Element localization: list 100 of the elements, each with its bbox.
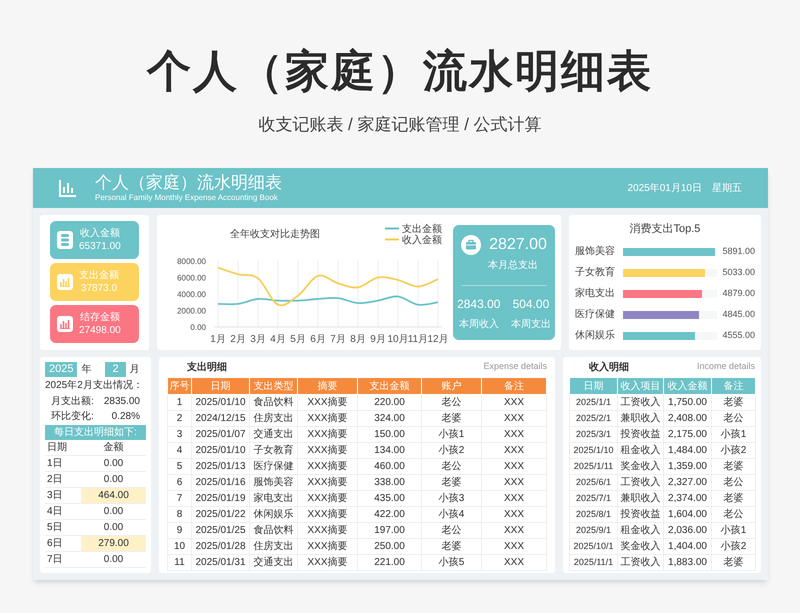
table-cell: 食品饮料 bbox=[250, 522, 298, 538]
table-cell: 医疗保健 bbox=[250, 458, 298, 474]
table-cell: XXX摘要 bbox=[298, 490, 358, 506]
table-cell: 2025/6/1 bbox=[570, 474, 618, 490]
table-cell: 10 bbox=[168, 538, 192, 554]
bar-chart-icon bbox=[57, 316, 73, 332]
summary-value: 504.00 bbox=[512, 296, 550, 312]
bar-value: 4845.00 bbox=[721, 308, 755, 321]
table-cell: 小孩4 bbox=[422, 506, 482, 522]
header-cell: 日期 bbox=[570, 378, 618, 394]
table-cell: XXX bbox=[482, 554, 546, 570]
table-cell: 2025/10/1 bbox=[570, 538, 618, 554]
table-cell: 221.00 bbox=[358, 554, 422, 570]
table-cell: XXX bbox=[482, 426, 546, 442]
table-cell: 2024/12/15 bbox=[192, 410, 250, 426]
stat-value: 2835.00 bbox=[104, 395, 140, 409]
axis-label: 0.00 bbox=[190, 323, 206, 332]
summary-value: 2827.00 bbox=[489, 235, 547, 255]
axis-label: 7月 bbox=[330, 334, 346, 344]
table-cell-text: 5日 bbox=[46, 521, 64, 535]
table-cell: 2025/01/10 bbox=[192, 394, 250, 410]
table-cell: 2025/3/1 bbox=[570, 426, 618, 442]
bar-label: 休闲娱乐 bbox=[574, 328, 616, 343]
table-cell: 11 bbox=[168, 554, 192, 570]
table-cell: 老公 bbox=[422, 458, 482, 474]
table-cell: 2025/11/1 bbox=[570, 554, 618, 570]
table-cell: 租金收入 bbox=[618, 442, 664, 458]
table-cell: 1,883.00 bbox=[664, 554, 712, 570]
header-cell: 日期 bbox=[192, 378, 250, 394]
table-cell: 工资收入 bbox=[618, 394, 664, 410]
page-title: 个人（家庭）流水明细表 bbox=[147, 46, 653, 98]
table-cell: 2025/01/19 bbox=[192, 490, 250, 506]
table-cell: XXX摘要 bbox=[298, 394, 358, 410]
table-cell-text: 0.00 bbox=[102, 505, 124, 519]
table-cell: 奖金收入 bbox=[618, 538, 664, 554]
table-cell: 家电支出 bbox=[250, 490, 298, 506]
table-cell: 交通支出 bbox=[250, 426, 298, 442]
table-cell: 2025/01/13 bbox=[192, 458, 250, 474]
month-field[interactable]: 2 bbox=[105, 362, 126, 376]
bar-label: 服饰美容 bbox=[574, 244, 616, 259]
table-cell: 小孩2 bbox=[422, 442, 482, 458]
table-title: 支出明细 bbox=[186, 360, 227, 374]
axis-label: 8月 bbox=[350, 334, 366, 344]
table-cell: 134.00 bbox=[358, 442, 422, 458]
stat-label: 月支出额: bbox=[51, 394, 94, 409]
table-cell: 2025/1/11 bbox=[570, 458, 618, 474]
table-cell: 2,327.00 bbox=[664, 474, 712, 490]
table-cell: 2025/2/1 bbox=[570, 410, 618, 426]
table-cell: XXX bbox=[482, 394, 546, 410]
header-cell: 支出类型 bbox=[250, 378, 298, 394]
header-cell: 备注 bbox=[712, 378, 756, 394]
table-cell: 住房支出 bbox=[250, 538, 298, 554]
stat-label: 支出金额 bbox=[79, 269, 119, 282]
table-cell: 工资收入 bbox=[618, 554, 664, 570]
dashboard-subtitle: Personal Family Monthly Expense Accounting Book bbox=[95, 193, 279, 203]
table-cell: 兼职收入 bbox=[618, 490, 664, 506]
axis-label: 5月 bbox=[290, 334, 306, 344]
header-cell: 支出金额 bbox=[358, 378, 422, 394]
table-cell-text: 3日 bbox=[46, 489, 64, 503]
table-cell: 老婆 bbox=[712, 490, 756, 506]
year-field[interactable]: 2025 bbox=[45, 362, 78, 376]
page-subtitle: 收支记账表 / 家庭记账管理 / 公式计算 bbox=[258, 114, 542, 136]
table-cell: 老公 bbox=[712, 410, 756, 426]
header-cell-text: 日期 bbox=[46, 440, 68, 455]
table-cell: XXX bbox=[482, 474, 546, 490]
table-cell: 小孩1 bbox=[712, 426, 756, 442]
table-cell: 2025/1/10 bbox=[570, 442, 618, 458]
axis-label: 11月 bbox=[408, 334, 428, 344]
table-cell: 250.00 bbox=[358, 538, 422, 554]
summary-heading: 2025年2月支出情况： bbox=[45, 378, 144, 393]
table-cell: 1,484.00 bbox=[664, 442, 712, 458]
daily-heading: 每日支出明细如下: bbox=[45, 425, 146, 440]
table-cell: 老婆 bbox=[422, 410, 482, 426]
table-cell: 150.00 bbox=[358, 426, 422, 442]
header-cell: 收入项目 bbox=[618, 378, 664, 394]
table-cell: 奖金收入 bbox=[618, 458, 664, 474]
table-cell: 住房支出 bbox=[250, 410, 298, 426]
table-cell: 338.00 bbox=[358, 474, 422, 490]
table-cell: 工资收入 bbox=[618, 474, 664, 490]
table-cell: XXX摘要 bbox=[298, 522, 358, 538]
stat-label: 结存金额 bbox=[80, 311, 120, 324]
header-cell: 摘要 bbox=[298, 378, 358, 394]
table-cell-text: 1日 bbox=[46, 457, 64, 471]
bar-value: 5033.00 bbox=[721, 266, 755, 279]
table-cell-text: 7日 bbox=[46, 553, 64, 567]
table-cell-text: 0.00 bbox=[102, 553, 124, 567]
table-cell: 2025/01/10 bbox=[192, 442, 250, 458]
bar-label: 医疗保健 bbox=[574, 308, 616, 322]
table-cell: XXX bbox=[482, 522, 546, 538]
table-cell: 老婆 bbox=[712, 554, 756, 570]
table-cell: XXX bbox=[482, 490, 546, 506]
table-cell: 老婆 bbox=[422, 538, 482, 554]
table-cell: XXX摘要 bbox=[298, 538, 358, 554]
table-cell-text: 2日 bbox=[46, 473, 64, 487]
table-cell: 子女教育 bbox=[250, 442, 298, 458]
coin-stack-icon bbox=[57, 231, 73, 249]
table-cell: 2025/01/31 bbox=[192, 554, 250, 570]
table-cell: 2025/01/07 bbox=[192, 426, 250, 442]
stat-value: 65371.00 bbox=[79, 240, 121, 253]
table-cell: XXX bbox=[482, 506, 546, 522]
